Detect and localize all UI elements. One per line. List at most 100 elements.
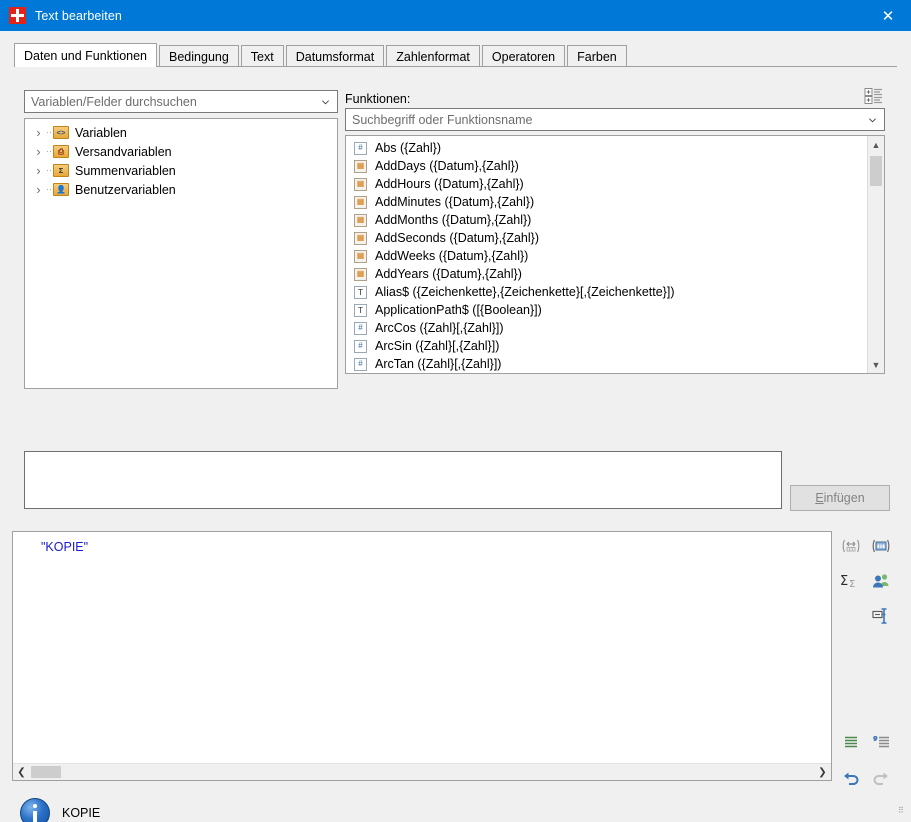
function-name: AddSeconds ({Datum},{Zahl}) bbox=[375, 231, 539, 245]
tree-item-variablen[interactable]: › ·· <> Variablen bbox=[25, 123, 337, 142]
function-name: Alias$ ({Zeichenkette},{Zeichenkette}[,{… bbox=[375, 285, 675, 299]
tree-item-summenvariablen[interactable]: › ·· Σ Summenvariablen bbox=[25, 161, 337, 180]
scroll-left-icon[interactable]: ❮ bbox=[13, 764, 30, 781]
tree-item-label: Variablen bbox=[75, 125, 127, 140]
status-bar: KOPIE bbox=[12, 791, 900, 822]
function-categories-icon[interactable] bbox=[864, 87, 884, 105]
function-name: AddDays ({Datum},{Zahl}) bbox=[375, 159, 519, 173]
resize-grip[interactable]: ⠿ bbox=[898, 807, 908, 819]
list-item[interactable]: ▦ AddYears ({Datum},{Zahl}) bbox=[346, 265, 884, 283]
chevron-down-icon bbox=[322, 99, 329, 104]
functions-list-scrollbar[interactable]: ▲ ▼ bbox=[867, 136, 884, 373]
formula-editor[interactable]: "KOPIE" ❮ ❯ bbox=[12, 531, 832, 781]
hscrollbar-thumb[interactable] bbox=[31, 766, 61, 778]
list-item[interactable]: # ArcSin ({Zahl}[,{Zahl}]) bbox=[346, 337, 884, 355]
chevron-down-icon bbox=[869, 117, 876, 122]
functions-list[interactable]: # Abs ({Zahl}) ▦ AddDays ({Datum},{Zahl}… bbox=[345, 135, 885, 374]
info-icon bbox=[20, 798, 50, 822]
functions-search-input[interactable]: Suchbegriff oder Funktionsname bbox=[345, 108, 885, 131]
tree-connector: ·· bbox=[46, 127, 52, 137]
tab-label: Farben bbox=[577, 49, 617, 64]
tree-connector: ·· bbox=[46, 146, 52, 156]
chevron-right-icon[interactable]: › bbox=[32, 126, 45, 140]
scroll-up-icon[interactable]: ▲ bbox=[868, 136, 884, 153]
info-dot bbox=[33, 804, 37, 808]
title-bar: Text bearbeiten ✕ bbox=[0, 0, 911, 31]
insert-button[interactable]: Einfügen bbox=[790, 485, 890, 511]
tab-label: Daten und Funktionen bbox=[24, 48, 148, 63]
tab-zahlenformat[interactable]: Zahlenformat bbox=[386, 45, 480, 67]
function-icon bbox=[354, 373, 367, 374]
list-item-partial[interactable] bbox=[346, 373, 884, 374]
close-icon[interactable]: ✕ bbox=[865, 0, 911, 31]
formula-preview-input[interactable] bbox=[24, 451, 782, 509]
list-item[interactable]: ▦ AddSeconds ({Datum},{Zahl}) bbox=[346, 229, 884, 247]
folder-user-variables-icon: 👤 bbox=[53, 183, 69, 196]
date-function-icon: ▦ bbox=[354, 249, 367, 263]
folder-sum-variables-icon: Σ bbox=[53, 164, 69, 177]
list-item[interactable]: ▦ AddHours ({Datum},{Zahl}) bbox=[346, 175, 884, 193]
tree-item-label: Versandvariablen bbox=[75, 144, 172, 159]
function-name: Abs ({Zahl}) bbox=[375, 141, 442, 155]
tab-bedingung[interactable]: Bedingung bbox=[159, 45, 239, 67]
folder-glyph: <> bbox=[56, 127, 66, 137]
tree-item-versandvariablen[interactable]: › ·· ⎙ Versandvariablen bbox=[25, 142, 337, 161]
function-name: ApplicationPath$ ([{Boolean}]) bbox=[375, 303, 542, 317]
variables-search-input[interactable]: Variablen/Felder durchsuchen bbox=[24, 90, 338, 113]
chevron-right-icon[interactable]: › bbox=[32, 183, 45, 197]
number-function-icon: # bbox=[354, 141, 367, 155]
list-item[interactable]: # ArcTan ({Zahl}[,{Zahl}]) bbox=[346, 355, 884, 373]
function-name: AddMinutes ({Datum},{Zahl}) bbox=[375, 195, 535, 209]
chevron-right-icon[interactable]: › bbox=[32, 145, 45, 159]
fixed-width-icon[interactable] bbox=[868, 533, 894, 559]
list-item[interactable]: # ArcCos ({Zahl}[,{Zahl}]) bbox=[346, 319, 884, 337]
undo-icon[interactable] bbox=[838, 766, 864, 792]
function-name: ArcCos ({Zahl}[,{Zahl}]) bbox=[375, 321, 504, 335]
list-item[interactable]: T ApplicationPath$ ([{Boolean}]) bbox=[346, 301, 884, 319]
variables-tree[interactable]: › ·· <> Variablen › ·· ⎙ Versandvariable… bbox=[24, 118, 338, 389]
list-item[interactable]: ▦ AddWeeks ({Datum},{Zahl}) bbox=[346, 247, 884, 265]
folder-shipping-variables-icon: ⎙ bbox=[53, 145, 69, 158]
list-item[interactable]: # Abs ({Zahl}) bbox=[346, 139, 884, 157]
tab-label: Zahlenformat bbox=[396, 49, 470, 64]
date-function-icon: ▦ bbox=[354, 159, 367, 173]
editor-hscrollbar[interactable]: ❮ ❯ bbox=[13, 763, 831, 780]
reformat-icon[interactable] bbox=[868, 729, 894, 755]
folder-glyph: Σ bbox=[58, 165, 64, 175]
list-item[interactable]: ▦ AddDays ({Datum},{Zahl}) bbox=[346, 157, 884, 175]
tab-daten-und-funktionen[interactable]: Daten und Funktionen bbox=[14, 43, 158, 67]
editor-tools-bottom bbox=[838, 729, 900, 792]
list-item[interactable]: T Alias$ ({Zeichenkette},{Zeichenkette}[… bbox=[346, 283, 884, 301]
tree-item-benutzervariablen[interactable]: › ·· 👤 Benutzervariablen bbox=[25, 180, 337, 199]
sum-variable-icon[interactable]: Σ Σ bbox=[838, 568, 864, 594]
scrollbar-thumb[interactable] bbox=[870, 156, 882, 186]
folder-variables-icon: <> bbox=[53, 126, 69, 139]
function-name: AddWeeks ({Datum},{Zahl}) bbox=[375, 249, 529, 263]
function-name: AddHours ({Datum},{Zahl}) bbox=[375, 177, 524, 191]
tab-datumsformat[interactable]: Datumsformat bbox=[285, 45, 385, 67]
number-function-icon: # bbox=[354, 339, 367, 353]
format-lines-icon[interactable] bbox=[838, 729, 864, 755]
svg-text:Σ: Σ bbox=[849, 579, 855, 589]
tab-text[interactable]: Text bbox=[240, 45, 284, 67]
variables-search-placeholder: Variablen/Felder durchsuchen bbox=[31, 94, 197, 109]
scroll-down-icon[interactable]: ▼ bbox=[868, 356, 884, 373]
list-item[interactable]: ▦ AddMinutes ({Datum},{Zahl}) bbox=[346, 193, 884, 211]
redo-icon[interactable] bbox=[868, 766, 894, 792]
tree-item-label: Summenvariablen bbox=[75, 163, 176, 178]
scroll-right-icon[interactable]: ❯ bbox=[814, 764, 831, 781]
tab-operatoren[interactable]: Operatoren bbox=[481, 45, 566, 67]
text-function-icon: T bbox=[354, 285, 367, 299]
list-item[interactable]: ▦ AddMonths ({Datum},{Zahl}) bbox=[346, 211, 884, 229]
tab-label: Bedingung bbox=[169, 49, 229, 64]
chevron-right-icon[interactable]: › bbox=[32, 164, 45, 178]
tree-item-label: Benutzervariablen bbox=[75, 182, 176, 197]
tab-label: Operatoren bbox=[491, 49, 556, 64]
autosize-width-icon[interactable] bbox=[838, 533, 864, 559]
status-message: KOPIE bbox=[62, 806, 101, 820]
folder-glyph: 👤 bbox=[56, 184, 66, 194]
user-variable-icon[interactable] bbox=[868, 568, 894, 594]
insert-field-icon[interactable] bbox=[868, 603, 894, 629]
tab-farben[interactable]: Farben bbox=[567, 45, 627, 67]
dialog-body: Variablen/Felder durchsuchen › ·· <> Var… bbox=[0, 67, 911, 822]
